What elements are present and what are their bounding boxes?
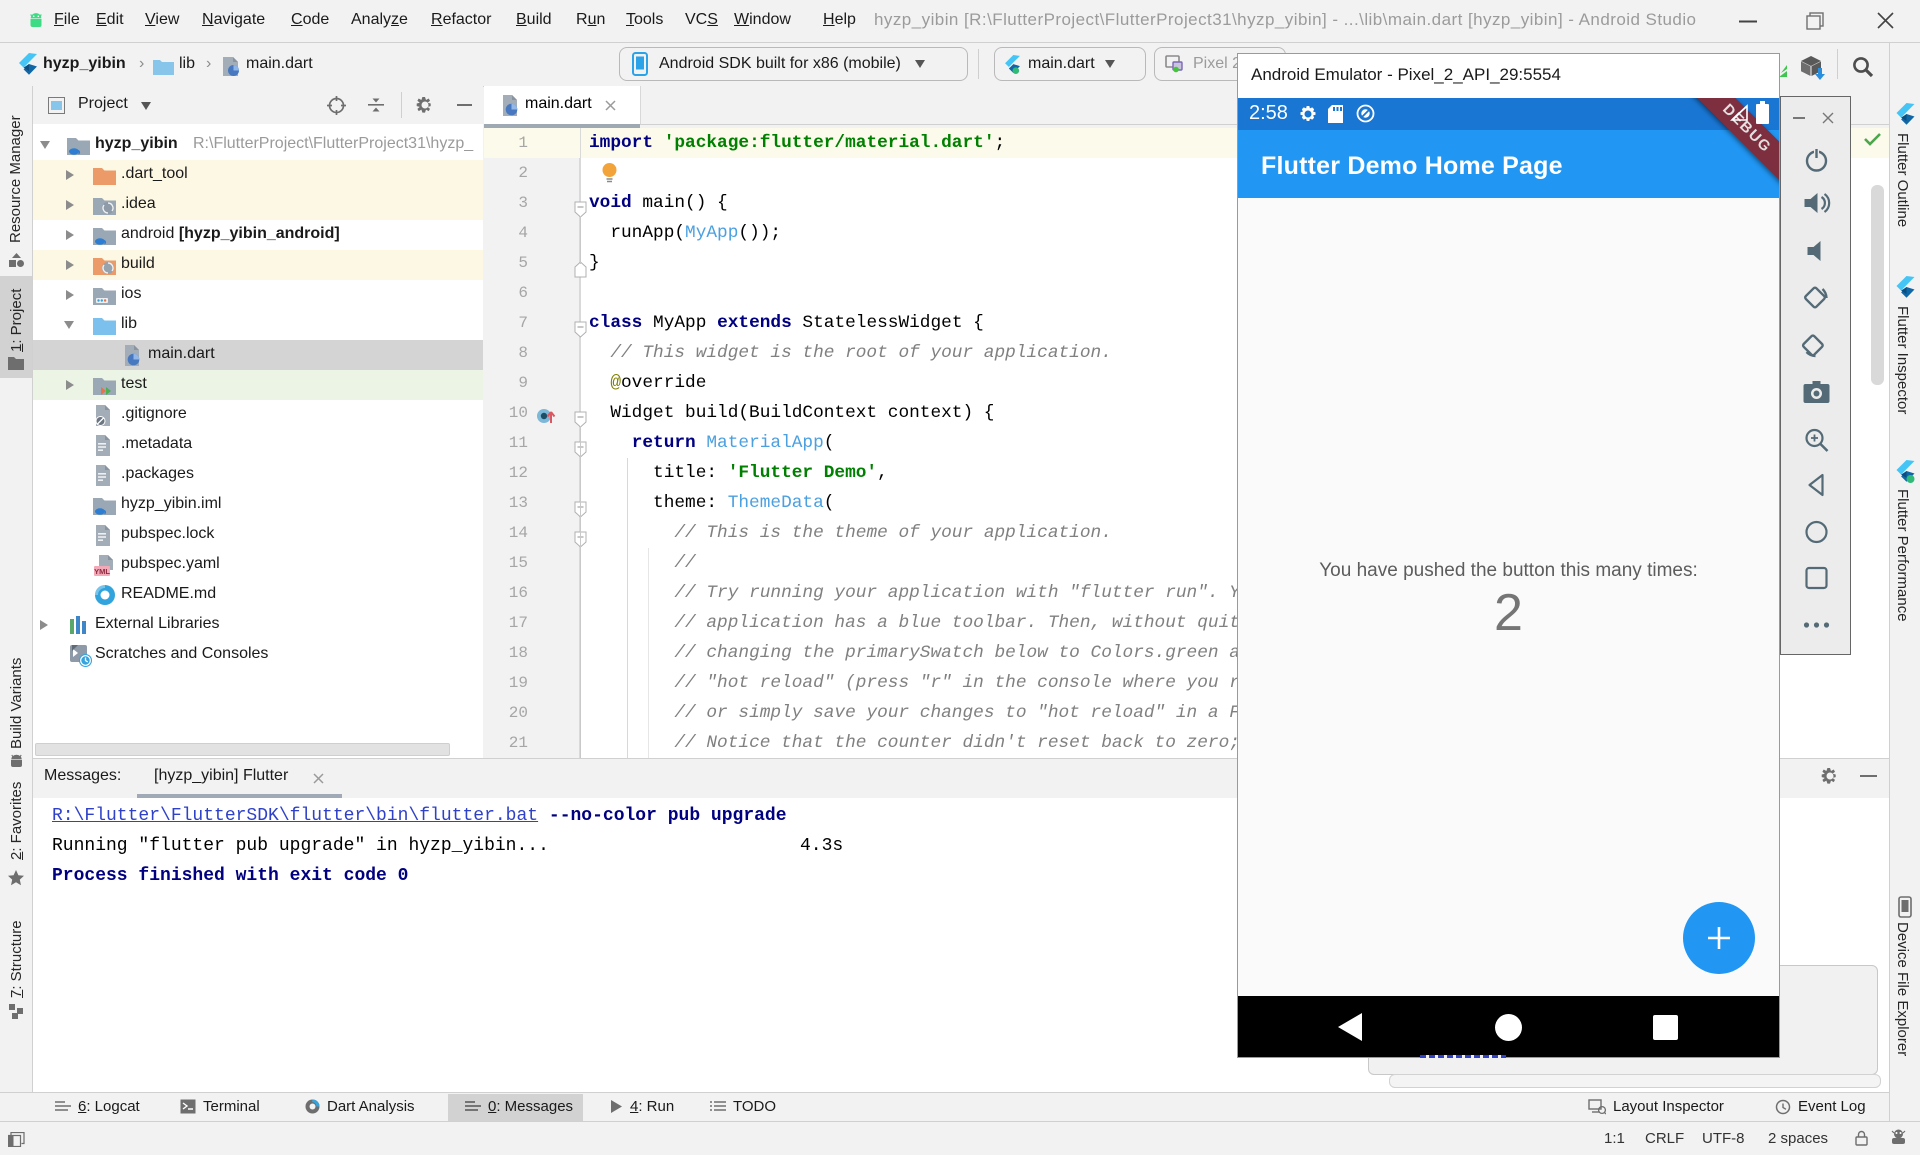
svg-text:YML: YML <box>94 567 110 576</box>
